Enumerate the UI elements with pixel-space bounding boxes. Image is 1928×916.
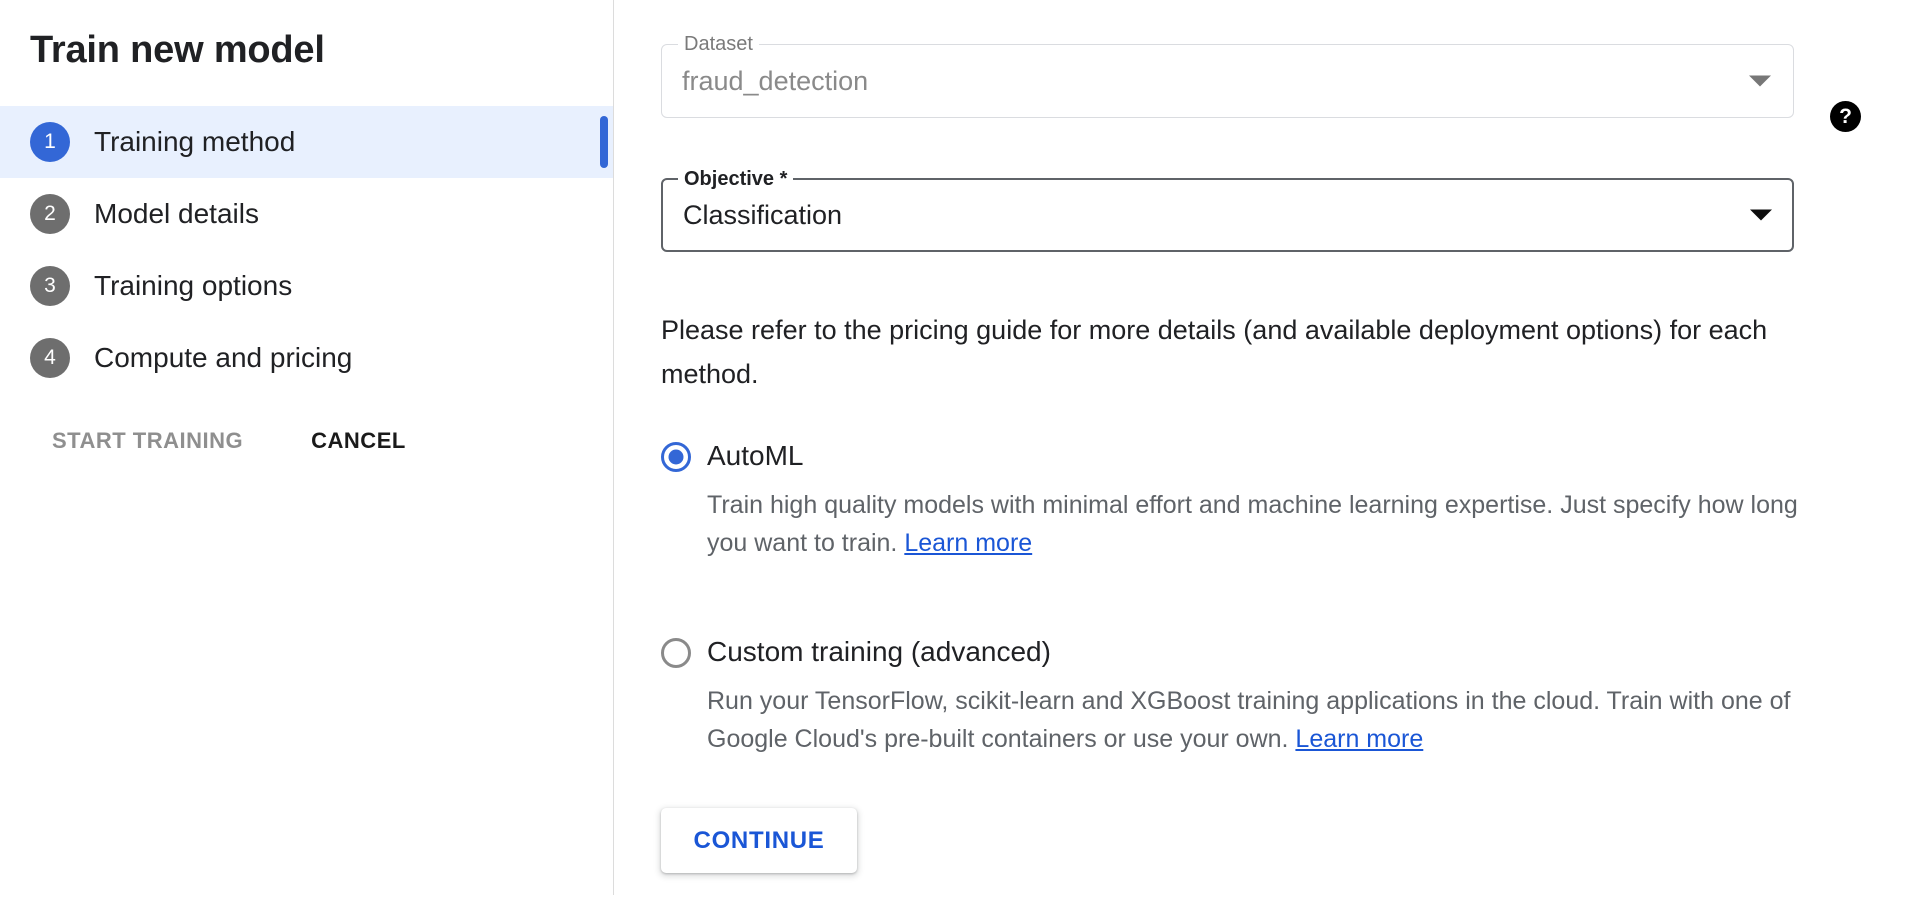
option-automl[interactable]: AutoML Train high quality models with mi… bbox=[661, 438, 1928, 562]
sidebar-step-label-1: Training method bbox=[94, 126, 295, 158]
wizard-step-list: 1 Training method 2 Model details 3 Trai… bbox=[0, 106, 614, 394]
objective-select[interactable]: Objective * Classification bbox=[661, 178, 1794, 252]
dataset-field-value: fraud_detection bbox=[682, 66, 868, 97]
sidebar-step-training-method[interactable]: 1 Training method bbox=[0, 106, 614, 178]
dataset-select[interactable]: Dataset fraud_detection bbox=[661, 44, 1794, 118]
sidebar-step-model-details[interactable]: 2 Model details bbox=[0, 178, 614, 250]
objective-field-value: Classification bbox=[683, 200, 842, 231]
dataset-row: Dataset fraud_detection ? bbox=[661, 44, 1928, 118]
sidebar-step-training-options[interactable]: 3 Training options bbox=[0, 250, 614, 322]
option-automl-description-text: Train high quality models with minimal e… bbox=[707, 491, 1798, 557]
step-number-badge-2: 2 bbox=[30, 194, 70, 234]
learn-more-link-automl[interactable]: Learn more bbox=[904, 529, 1032, 557]
start-training-button[interactable]: START TRAINING bbox=[52, 428, 243, 454]
learn-more-link-custom-training[interactable]: Learn more bbox=[1295, 725, 1423, 753]
wizard-sidebar: Train new model 1 Training method 2 Mode… bbox=[0, 0, 614, 916]
cancel-button[interactable]: CANCEL bbox=[311, 428, 406, 454]
option-custom-training[interactable]: Custom training (advanced) Run your Tens… bbox=[661, 634, 1928, 758]
radio-automl[interactable] bbox=[661, 442, 691, 472]
objective-row: Objective * Classification bbox=[661, 178, 1928, 252]
option-custom-training-description-text: Run your TensorFlow, scikit-learn and XG… bbox=[707, 687, 1790, 753]
training-method-options: AutoML Train high quality models with mi… bbox=[661, 438, 1928, 758]
pricing-info-text: Please refer to the pricing guide for mo… bbox=[661, 308, 1811, 396]
step-number-badge-4: 4 bbox=[30, 338, 70, 378]
step-number-badge-3: 3 bbox=[30, 266, 70, 306]
train-new-model-page: Train new model 1 Training method 2 Mode… bbox=[0, 0, 1928, 916]
sidebar-step-label-3: Training options bbox=[94, 270, 292, 302]
objective-field-label: Objective * bbox=[678, 168, 793, 190]
help-circle-icon[interactable]: ? bbox=[1830, 101, 1861, 132]
active-step-indicator-bar bbox=[600, 116, 608, 168]
page-title: Train new model bbox=[0, 0, 614, 74]
sidebar-step-compute-and-pricing[interactable]: 4 Compute and pricing bbox=[0, 322, 614, 394]
chevron-down-icon[interactable] bbox=[1750, 210, 1772, 221]
sidebar-action-bar: START TRAINING CANCEL bbox=[0, 428, 614, 454]
chevron-down-icon[interactable] bbox=[1749, 76, 1771, 87]
continue-button[interactable]: CONTINUE bbox=[661, 808, 857, 873]
sidebar-step-label-2: Model details bbox=[94, 198, 259, 230]
option-automl-description: Train high quality models with minimal e… bbox=[707, 486, 1835, 562]
step-number-badge-1: 1 bbox=[30, 122, 70, 162]
option-automl-title: AutoML bbox=[707, 438, 1928, 474]
training-method-panel: Dataset fraud_detection ? Objective * Cl… bbox=[614, 0, 1928, 916]
sidebar-step-label-4: Compute and pricing bbox=[94, 342, 352, 374]
option-custom-training-title: Custom training (advanced) bbox=[707, 634, 1928, 670]
dataset-field-label: Dataset bbox=[678, 33, 759, 55]
radio-custom-training[interactable] bbox=[661, 638, 691, 668]
option-custom-training-description: Run your TensorFlow, scikit-learn and XG… bbox=[707, 682, 1835, 758]
